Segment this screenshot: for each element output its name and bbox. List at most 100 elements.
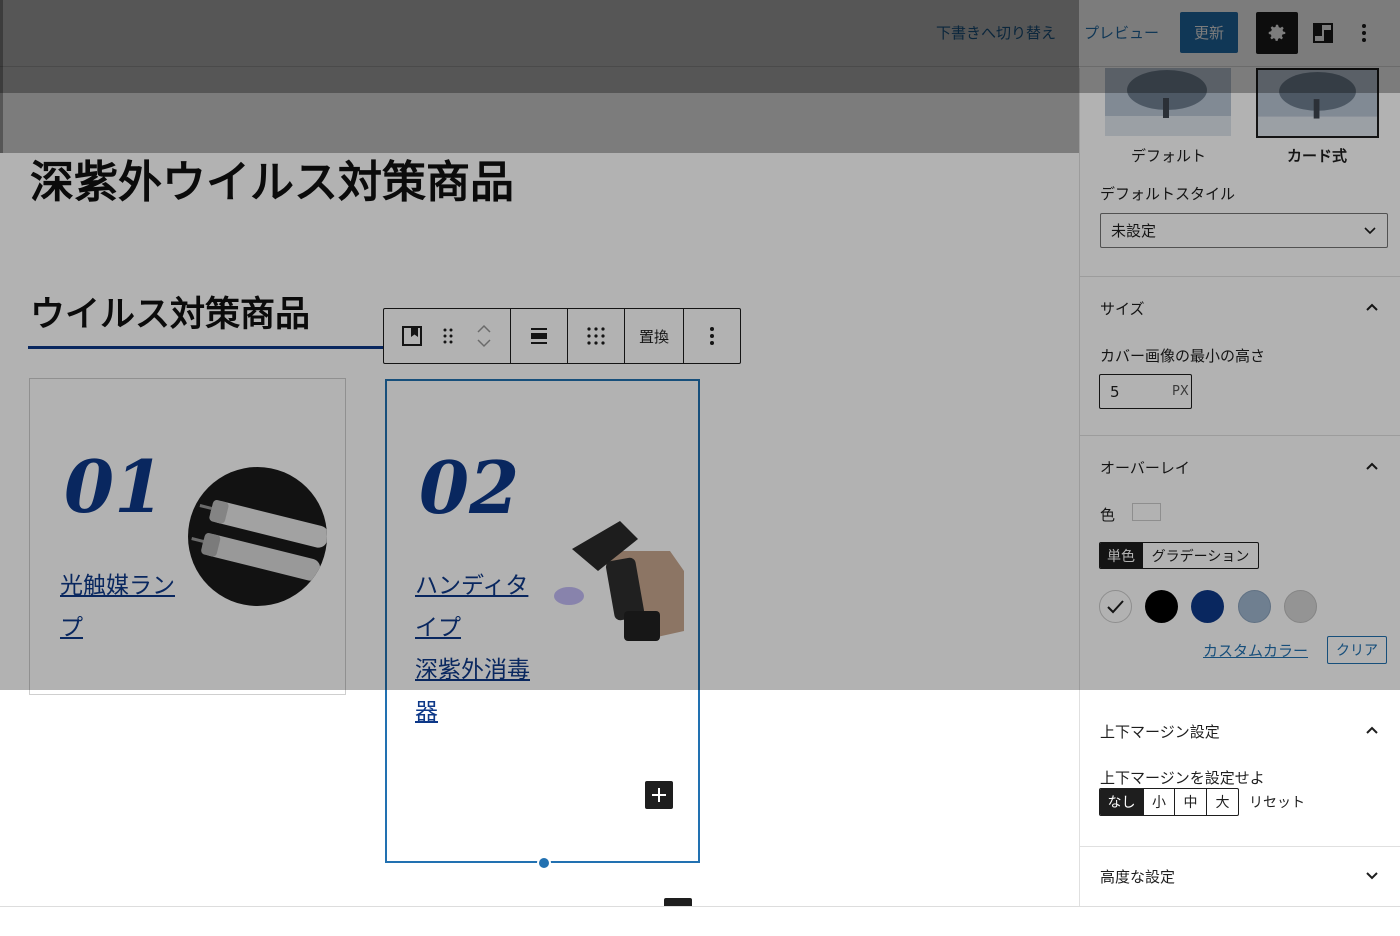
card-link-line: 器 (415, 699, 438, 725)
margin-settings-panel: 上下マージン設定 上下マージンを設定せよ なし 小 中 大 リセット (1080, 690, 1400, 843)
overlay-color-label: 色 (1100, 506, 1116, 524)
chevron-up-icon[interactable] (1365, 300, 1379, 314)
style-default-thumbnail[interactable] (1105, 68, 1231, 136)
switch-to-draft-button[interactable]: 下書きへ切り替え (936, 22, 1056, 43)
chevron-down-icon[interactable] (477, 339, 491, 348)
more-vertical-icon (1362, 24, 1366, 42)
chevron-up-icon[interactable] (1365, 459, 1379, 473)
custom-color-link[interactable]: カスタムカラー (1203, 640, 1308, 661)
drag-handle[interactable] (440, 309, 458, 363)
card-link[interactable]: 光触媒ラン プ (60, 565, 175, 649)
default-style-label: デフォルトスタイル (1100, 185, 1236, 203)
margin-option-small[interactable]: 小 (1144, 789, 1175, 815)
page-title[interactable]: 深紫外ウイルス対策商品 (30, 146, 514, 210)
check-icon (1107, 600, 1124, 614)
color-swatch-white[interactable] (1099, 590, 1132, 623)
replace-button[interactable]: 置換 (625, 309, 683, 363)
tab-gradient[interactable]: グラデーション (1143, 543, 1258, 568)
panel-divider (1080, 435, 1400, 436)
margin-size-options: なし 小 中 大 (1099, 788, 1239, 816)
color-swatch-light-blue[interactable] (1238, 590, 1271, 623)
block-options-button[interactable] (684, 309, 740, 363)
margin-option-medium[interactable]: 中 (1175, 789, 1207, 815)
settings-button[interactable] (1256, 12, 1298, 54)
move-buttons[interactable] (457, 309, 510, 363)
min-height-input[interactable]: 5 PX (1099, 374, 1192, 409)
inserter-button[interactable] (664, 898, 692, 906)
winter-tree-image (1258, 70, 1377, 136)
card-link-line: ハンディタ (415, 573, 529, 599)
style-card-label: カード式 (1287, 147, 1348, 165)
align-button[interactable] (511, 309, 567, 363)
bookmark-block-icon (401, 326, 422, 346)
lamp-product-image (188, 467, 327, 606)
editor-header: 下書きへ切り替え プレビュー 更新 (0, 0, 1400, 67)
default-style-select[interactable]: 未設定 (1100, 213, 1388, 248)
color-indicator (1132, 503, 1161, 521)
card-link[interactable]: ハンディタ イプ 深紫外消毒 器 (415, 565, 530, 733)
chevron-down-icon[interactable] (1365, 868, 1379, 882)
color-swatch-light-gray[interactable] (1284, 590, 1317, 623)
min-height-value: 5 (1110, 383, 1120, 401)
unit-label: PX (1172, 384, 1189, 399)
margin-panel-toggle[interactable]: 上下マージン設定 (1100, 721, 1220, 742)
position-button[interactable] (568, 309, 624, 363)
block-toolbar: 置換 (383, 308, 741, 364)
toolbar-replace-group: 置換 (625, 309, 684, 363)
margin-option-none[interactable]: なし (1100, 789, 1144, 815)
clear-button[interactable]: クリア (1327, 636, 1387, 664)
margin-option-large[interactable]: 大 (1207, 789, 1238, 815)
drag-dots-icon (443, 328, 453, 344)
toolbar-more-group (684, 309, 740, 363)
product-card-2[interactable]: 02 ハンディタ イプ 深紫外消毒 器 (385, 379, 700, 870)
chevron-up-icon[interactable] (477, 324, 491, 333)
style-default-label: デフォルト (1131, 147, 1207, 165)
color-swatch-navy[interactable] (1191, 590, 1224, 623)
min-height-label: カバー画像の最小の高さ (1100, 347, 1266, 365)
gear-icon (1268, 24, 1286, 41)
layout-button[interactable] (1305, 12, 1341, 54)
chevron-up-icon[interactable] (1365, 723, 1379, 737)
card-link-line: 深紫外消毒 (415, 657, 530, 683)
update-button[interactable]: 更新 (1180, 12, 1238, 53)
overlay-panel-toggle[interactable]: オーバーレイ (1100, 457, 1190, 478)
card-link-line: イプ (415, 615, 461, 641)
panel-divider (1080, 276, 1400, 277)
margin-help-text: 上下マージンを設定せよ (1100, 769, 1265, 787)
color-swatch-black[interactable] (1145, 590, 1178, 623)
preview-button[interactable]: プレビュー (1084, 22, 1159, 43)
tab-solid[interactable]: 単色 (1100, 543, 1143, 568)
add-block-button[interactable] (645, 781, 673, 809)
card-link-line: 光触媒ラン (60, 573, 175, 599)
product-card-1[interactable]: 01 光触媒ラン プ (29, 378, 346, 695)
plus-icon (652, 788, 666, 802)
editor-canvas[interactable]: 深紫外ウイルス対策商品 ウイルス対策商品 01 光触媒ラン プ 02 ハンディタ… (0, 68, 1079, 906)
default-style-value: 未設定 (1111, 222, 1157, 240)
section-heading[interactable]: ウイルス対策商品 (30, 286, 310, 337)
handheld-uv-device-image (554, 521, 684, 641)
toolbar-block-group (384, 309, 511, 363)
advanced-panel-toggle[interactable]: 高度な設定 (1100, 866, 1175, 887)
chevron-down-icon (1364, 227, 1376, 235)
size-panel-toggle[interactable]: サイズ (1100, 298, 1145, 319)
uv-lamp-illustration (191, 500, 327, 581)
card-link-line: プ (60, 615, 83, 641)
options-button[interactable] (1346, 12, 1382, 54)
color-type-tabs: 単色 グラデーション (1099, 542, 1259, 569)
heading-underline (28, 346, 384, 349)
card-number: 01 (64, 444, 165, 529)
more-vertical-icon (710, 327, 714, 345)
panel-divider (1080, 846, 1400, 847)
resize-handle[interactable] (537, 856, 551, 870)
block-type-button[interactable] (384, 309, 440, 363)
block-layout-icon (1313, 23, 1333, 43)
card-number: 02 (419, 445, 520, 530)
align-center-icon (531, 328, 547, 344)
toolbar-align-group (511, 309, 568, 363)
dot-grid-icon (587, 327, 605, 345)
style-card-thumbnail[interactable] (1256, 68, 1379, 138)
editor-footer (0, 906, 1400, 936)
settings-sidebar: デフォルト カード式 デフォルトスタイル 未設定 サイズ カバー画像の最小の高さ… (1079, 68, 1400, 906)
margin-reset-button[interactable]: リセット (1249, 792, 1305, 812)
toolbar-grid-group (568, 309, 625, 363)
